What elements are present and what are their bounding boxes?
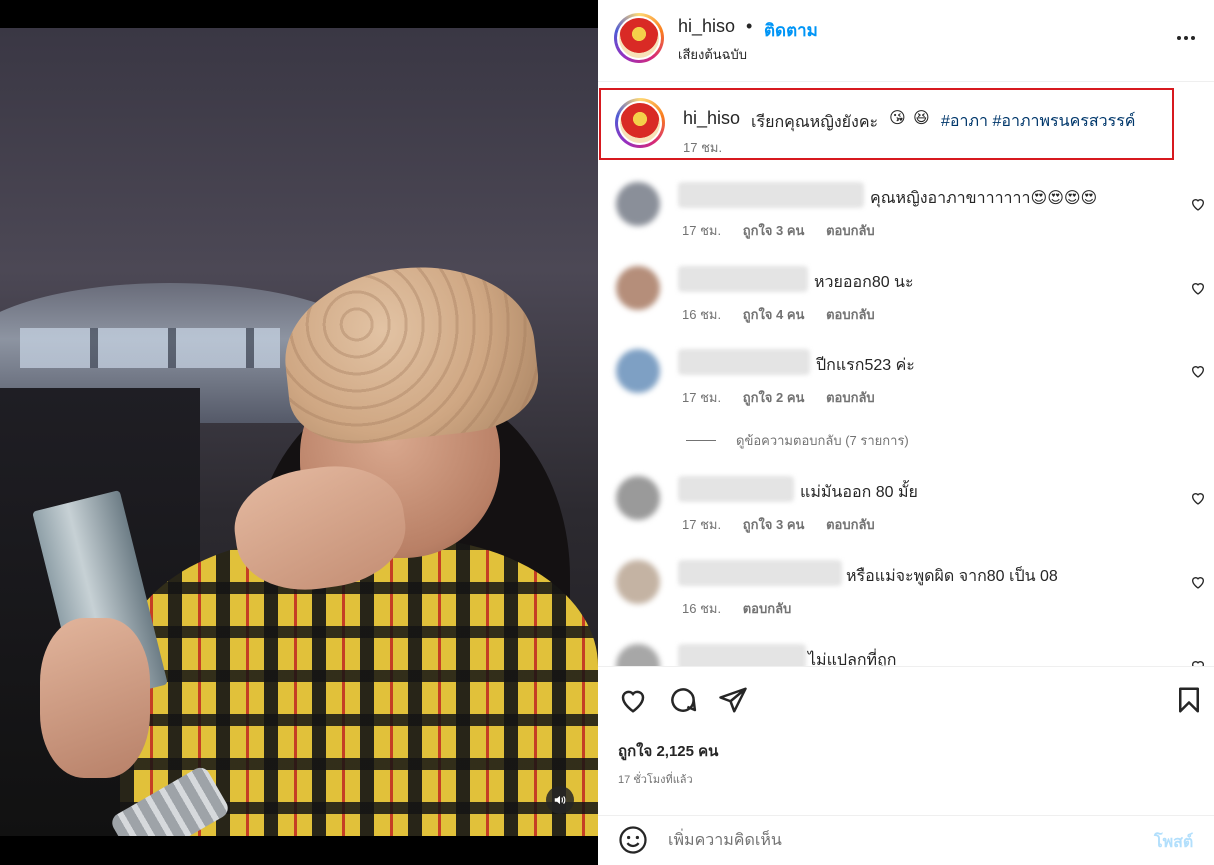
comment-list[interactable]: คุณหญิงอาภาขาาาาาา😍😍😍😍 17 ชม. ถูกใจ 3 คน…: [598, 168, 1214, 666]
author-avatar-image: [617, 16, 661, 60]
likes-count[interactable]: ถูกใจ 2,125 คน: [618, 739, 718, 763]
commenter-username-blurred[interactable]: [678, 476, 794, 502]
laughing-emoji: 😆: [913, 110, 930, 127]
hand-holding-money: [40, 618, 150, 778]
commenter-username-blurred[interactable]: [678, 560, 842, 586]
bookmark-icon[interactable]: [1174, 685, 1204, 715]
comment-text: หรือแม่จะพูดผิด จาก80 เป็น 08: [846, 568, 1058, 585]
comment-heart-icon[interactable]: [1190, 574, 1206, 590]
comment-time: 17 ชม.: [682, 223, 722, 238]
speaker-icon[interactable]: [546, 786, 574, 814]
caption-text: เรียกคุณหญิงยังคะ: [751, 114, 879, 131]
comment-input[interactable]: [668, 828, 1138, 854]
caption-avatar[interactable]: [615, 98, 665, 148]
comment-time: 17 ชม.: [682, 517, 722, 532]
window-lights: [20, 328, 280, 368]
reply-button[interactable]: ตอบกลับ: [743, 601, 792, 616]
comment-text: หวยออก80 นะ: [814, 274, 914, 291]
comment-likes[interactable]: ถูกใจ 2 คน: [743, 390, 805, 405]
separator-dot: •: [746, 16, 753, 36]
commenter-avatar[interactable]: [616, 644, 660, 666]
more-horizontal-icon[interactable]: [1174, 26, 1198, 50]
caption-time: 17 ชม.: [683, 140, 723, 155]
comment-text: แม่มันออก 80 มั้ย: [800, 484, 918, 501]
commenter-username-blurred[interactable]: [678, 182, 864, 208]
comment-item: แม่มันออก 80 มั้ย 17 ชม. ถูกใจ 3 คน ตอบก…: [598, 462, 1214, 542]
commenter-username-blurred[interactable]: [678, 349, 810, 375]
comment-heart-icon[interactable]: [1190, 658, 1206, 666]
bucket-hat: [276, 255, 544, 451]
comment-item: ไม่แปลกที่ถูก: [598, 630, 1214, 666]
commenter-username-blurred[interactable]: [678, 266, 808, 292]
comment-meta: 17 ชม. ถูกใจ 3 คน ตอบกลับ: [682, 514, 893, 535]
hat-pattern: [276, 255, 544, 451]
caption-avatar-image: [618, 101, 662, 145]
commenter-avatar[interactable]: [616, 182, 660, 226]
caption-username[interactable]: hi_hiso: [683, 108, 740, 129]
comment-item: ปีกแรก523 ค่ะ 17 ชม. ถูกใจ 2 คน ตอบกลับ: [598, 335, 1214, 415]
comment-icon[interactable]: [668, 685, 698, 715]
comment-heart-icon[interactable]: [1190, 363, 1206, 379]
wink-kiss-emoji: 😘: [889, 110, 906, 127]
comment-text: ไม่แปลกที่ถูก: [808, 652, 897, 666]
post-actions: ถูกใจ 2,125 คน 17 ชั่วโมงที่แล้ว: [598, 666, 1214, 816]
comment-meta: 16 ชม. ถูกใจ 4 คน ตอบกลับ: [682, 304, 893, 325]
comment-meta: 16 ชม. ตอบกลับ: [682, 598, 809, 619]
caption-hashtags[interactable]: #อาภา #อาภาพรนครสวรรค์: [941, 109, 1136, 134]
commenter-avatar[interactable]: [616, 266, 660, 310]
comment-likes[interactable]: ถูกใจ 4 คน: [743, 307, 805, 322]
follow-button[interactable]: ติดตาม: [764, 17, 818, 44]
comment-item: หวยออก80 นะ 16 ชม. ถูกใจ 4 คน ตอบกลับ: [598, 252, 1214, 332]
post-comment-button[interactable]: โพสต์: [1154, 830, 1193, 855]
comment-heart-icon[interactable]: [1190, 490, 1206, 506]
replies-divider: [686, 440, 716, 441]
comment-likes[interactable]: ถูกใจ 3 คน: [743, 517, 805, 532]
author-username[interactable]: hi_hiso: [678, 16, 735, 37]
commenter-avatar[interactable]: [616, 349, 660, 393]
reply-button[interactable]: ตอบกลับ: [826, 223, 875, 238]
share-icon[interactable]: [718, 685, 748, 715]
comment-item: คุณหญิงอาภาขาาาาาา😍😍😍😍 17 ชม. ถูกใจ 3 คน…: [598, 168, 1214, 248]
comment-heart-icon[interactable]: [1190, 280, 1206, 296]
reply-button[interactable]: ตอบกลับ: [826, 517, 875, 532]
heart-icon[interactable]: [618, 685, 648, 715]
commenter-avatar[interactable]: [616, 560, 660, 604]
post-timestamp: 17 ชั่วโมงที่แล้ว: [618, 774, 693, 786]
emoji-icon[interactable]: [618, 825, 648, 855]
author-avatar[interactable]: [614, 13, 664, 63]
comment-item: หรือแม่จะพูดผิด จาก80 เป็น 08 16 ชม. ตอบ…: [598, 546, 1214, 626]
comment-text: ปีกแรก523 ค่ะ: [816, 357, 915, 374]
post-video[interactable]: [0, 28, 598, 836]
comment-time: 16 ชม.: [682, 601, 722, 616]
post-header: hi_hiso • ติดตาม เสียงต้นฉบับ: [598, 0, 1214, 82]
media-panel: [0, 0, 598, 865]
post-modal: hi_hiso • ติดตาม เสียงต้นฉบับ hi_hiso เร…: [0, 0, 1214, 865]
comment-time: 17 ชม.: [682, 390, 722, 405]
speaker-glyph: [554, 795, 566, 805]
comment-time: 16 ชม.: [682, 307, 722, 322]
comment-likes[interactable]: ถูกใจ 3 คน: [743, 223, 805, 238]
comment-heart-icon[interactable]: [1190, 196, 1206, 212]
commenter-avatar[interactable]: [616, 476, 660, 520]
comment-meta: 17 ชม. ถูกใจ 2 คน ตอบกลับ: [682, 387, 893, 408]
post-details-panel: hi_hiso • ติดตาม เสียงต้นฉบับ hi_hiso เร…: [598, 0, 1214, 865]
caption-highlight: hi_hiso เรียกคุณหญิงยังคะ 😘 😆 #อาภา #อาภ…: [599, 88, 1174, 160]
view-replies-label: ดูข้อความตอบกลับ (7 รายการ): [736, 433, 909, 448]
view-replies-button[interactable]: ดูข้อความตอบกลับ (7 รายการ): [686, 430, 909, 451]
original-audio-link[interactable]: เสียงต้นฉบับ: [678, 44, 747, 65]
comment-meta: 17 ชม. ถูกใจ 3 คน ตอบกลับ: [682, 220, 893, 241]
comment-text: คุณหญิงอาภาขาาาาาา😍😍😍😍: [870, 190, 1098, 207]
reply-button[interactable]: ตอบกลับ: [826, 307, 875, 322]
commenter-username-blurred[interactable]: [678, 644, 806, 666]
reply-button[interactable]: ตอบกลับ: [826, 390, 875, 405]
comment-composer: โพสต์: [598, 815, 1214, 865]
